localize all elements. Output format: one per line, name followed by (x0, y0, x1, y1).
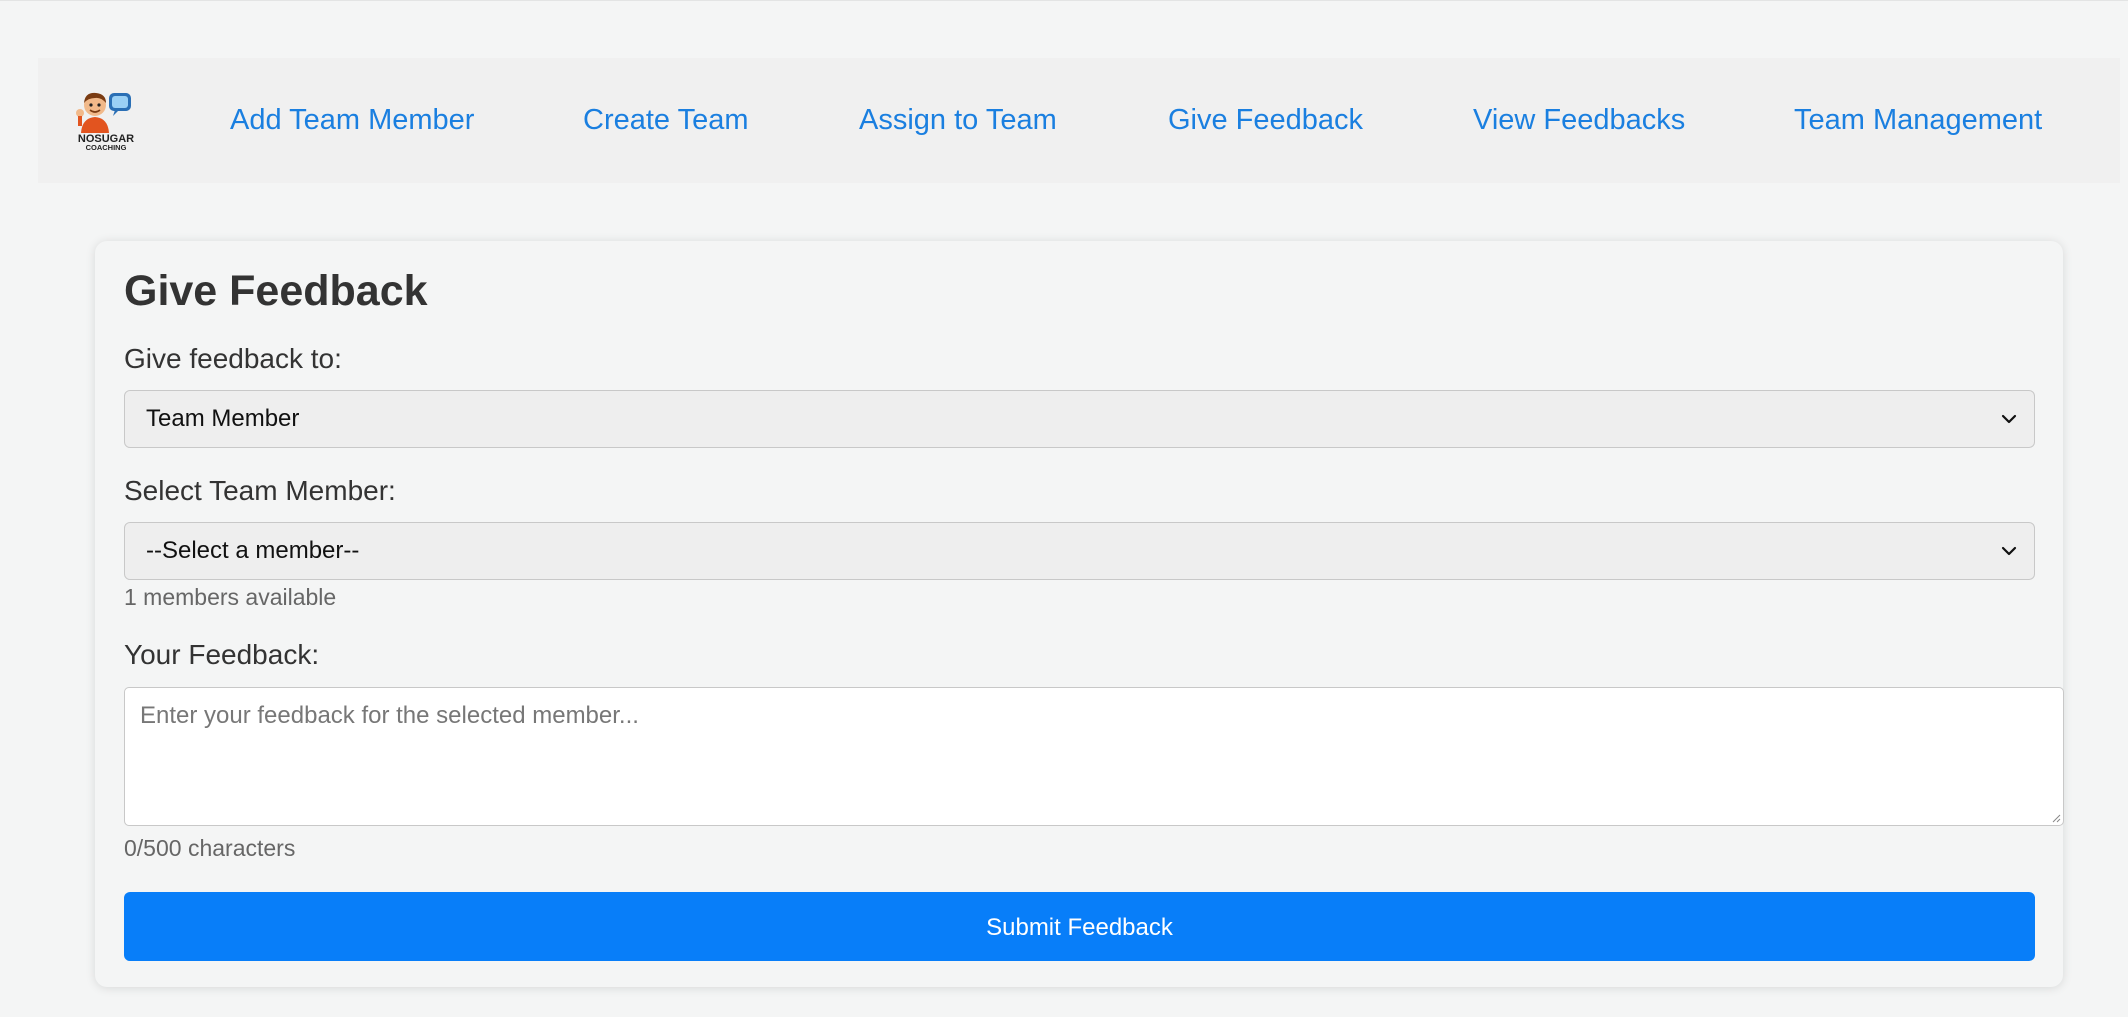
chevron-down-icon (2001, 546, 2017, 556)
top-divider (0, 0, 2128, 1)
nav-team-management[interactable]: Team Management (1794, 58, 2042, 183)
resize-grip-icon[interactable] (2051, 813, 2061, 823)
give-feedback-card: Give Feedback Give feedback to: Team Mem… (95, 241, 2064, 987)
top-navbar: NOSUGAR COACHING Add Team Member Create … (38, 58, 2120, 183)
page-title: Give Feedback (124, 267, 428, 315)
your-feedback-label: Your Feedback: (124, 639, 320, 670)
nav-assign-to-team[interactable]: Assign to Team (859, 58, 1057, 183)
team-member-value: --Select a member-- (146, 537, 360, 564)
team-member-select[interactable]: --Select a member-- (124, 522, 2035, 580)
nav-create-team[interactable]: Create Team (583, 58, 749, 183)
feedback-placeholder: Enter your feedback for the selected mem… (140, 702, 639, 729)
nav-add-team-member[interactable]: Add Team Member (230, 58, 474, 183)
svg-text:COACHING: COACHING (86, 143, 127, 152)
feedback-target-label: Give feedback to: (124, 343, 342, 374)
select-member-label: Select Team Member: (124, 475, 396, 506)
nav-give-feedback[interactable]: Give Feedback (1168, 58, 1363, 183)
nav-view-feedbacks[interactable]: View Feedbacks (1473, 58, 1685, 183)
character-count: 0/500 characters (124, 835, 296, 861)
members-available-hint: 1 members available (124, 584, 337, 610)
nosugar-coaching-logo[interactable]: NOSUGAR COACHING (73, 89, 139, 153)
submit-feedback-button[interactable]: Submit Feedback (124, 892, 2035, 961)
chevron-down-icon (2001, 414, 2017, 424)
feedback-target-value: Team Member (146, 405, 300, 432)
feedback-textarea[interactable]: Enter your feedback for the selected mem… (124, 687, 2064, 826)
feedback-target-select[interactable]: Team Member (124, 390, 2035, 448)
